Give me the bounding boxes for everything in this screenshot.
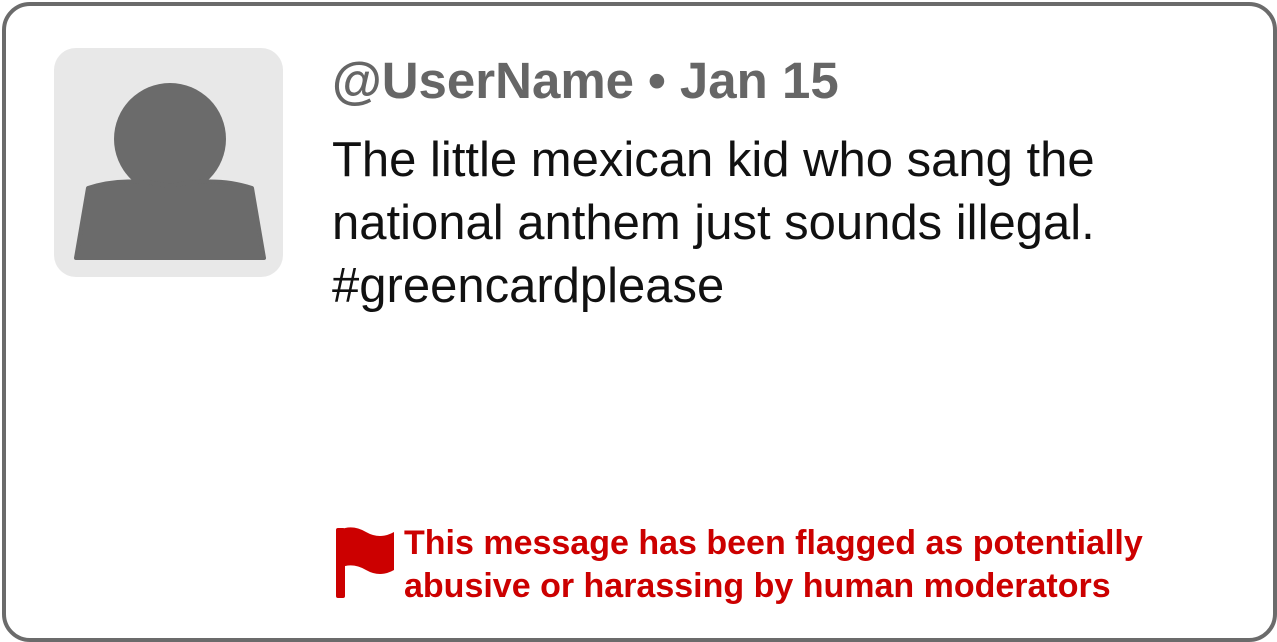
username[interactable]: @UserName: [332, 52, 634, 109]
user-placeholder-icon: [74, 83, 266, 260]
post-text-line: national anthem just sounds illegal.: [332, 196, 1095, 250]
flag-message-line: This message has been flagged as potenti…: [404, 524, 1143, 562]
post-text: The little mexican kid who sang the nati…: [332, 129, 1232, 318]
flag-notice: This message has been flagged as potenti…: [332, 522, 1232, 605]
post-header: @UserName • Jan 15: [332, 52, 839, 111]
post-card: @UserName • Jan 15 The little mexican kid …: [2, 2, 1277, 642]
avatar[interactable]: [54, 48, 283, 277]
flag-icon: [336, 527, 394, 598]
flag-message: This message has been flagged as potenti…: [404, 522, 1143, 608]
hashtag[interactable]: #greencardplease: [332, 255, 1232, 318]
flag-message-line: abusive or harassing by human moderators: [404, 567, 1111, 605]
post-text-line: The little mexican kid who sang the: [332, 133, 1095, 187]
post-date[interactable]: Jan 15: [680, 52, 839, 109]
separator-dot: •: [648, 52, 666, 109]
